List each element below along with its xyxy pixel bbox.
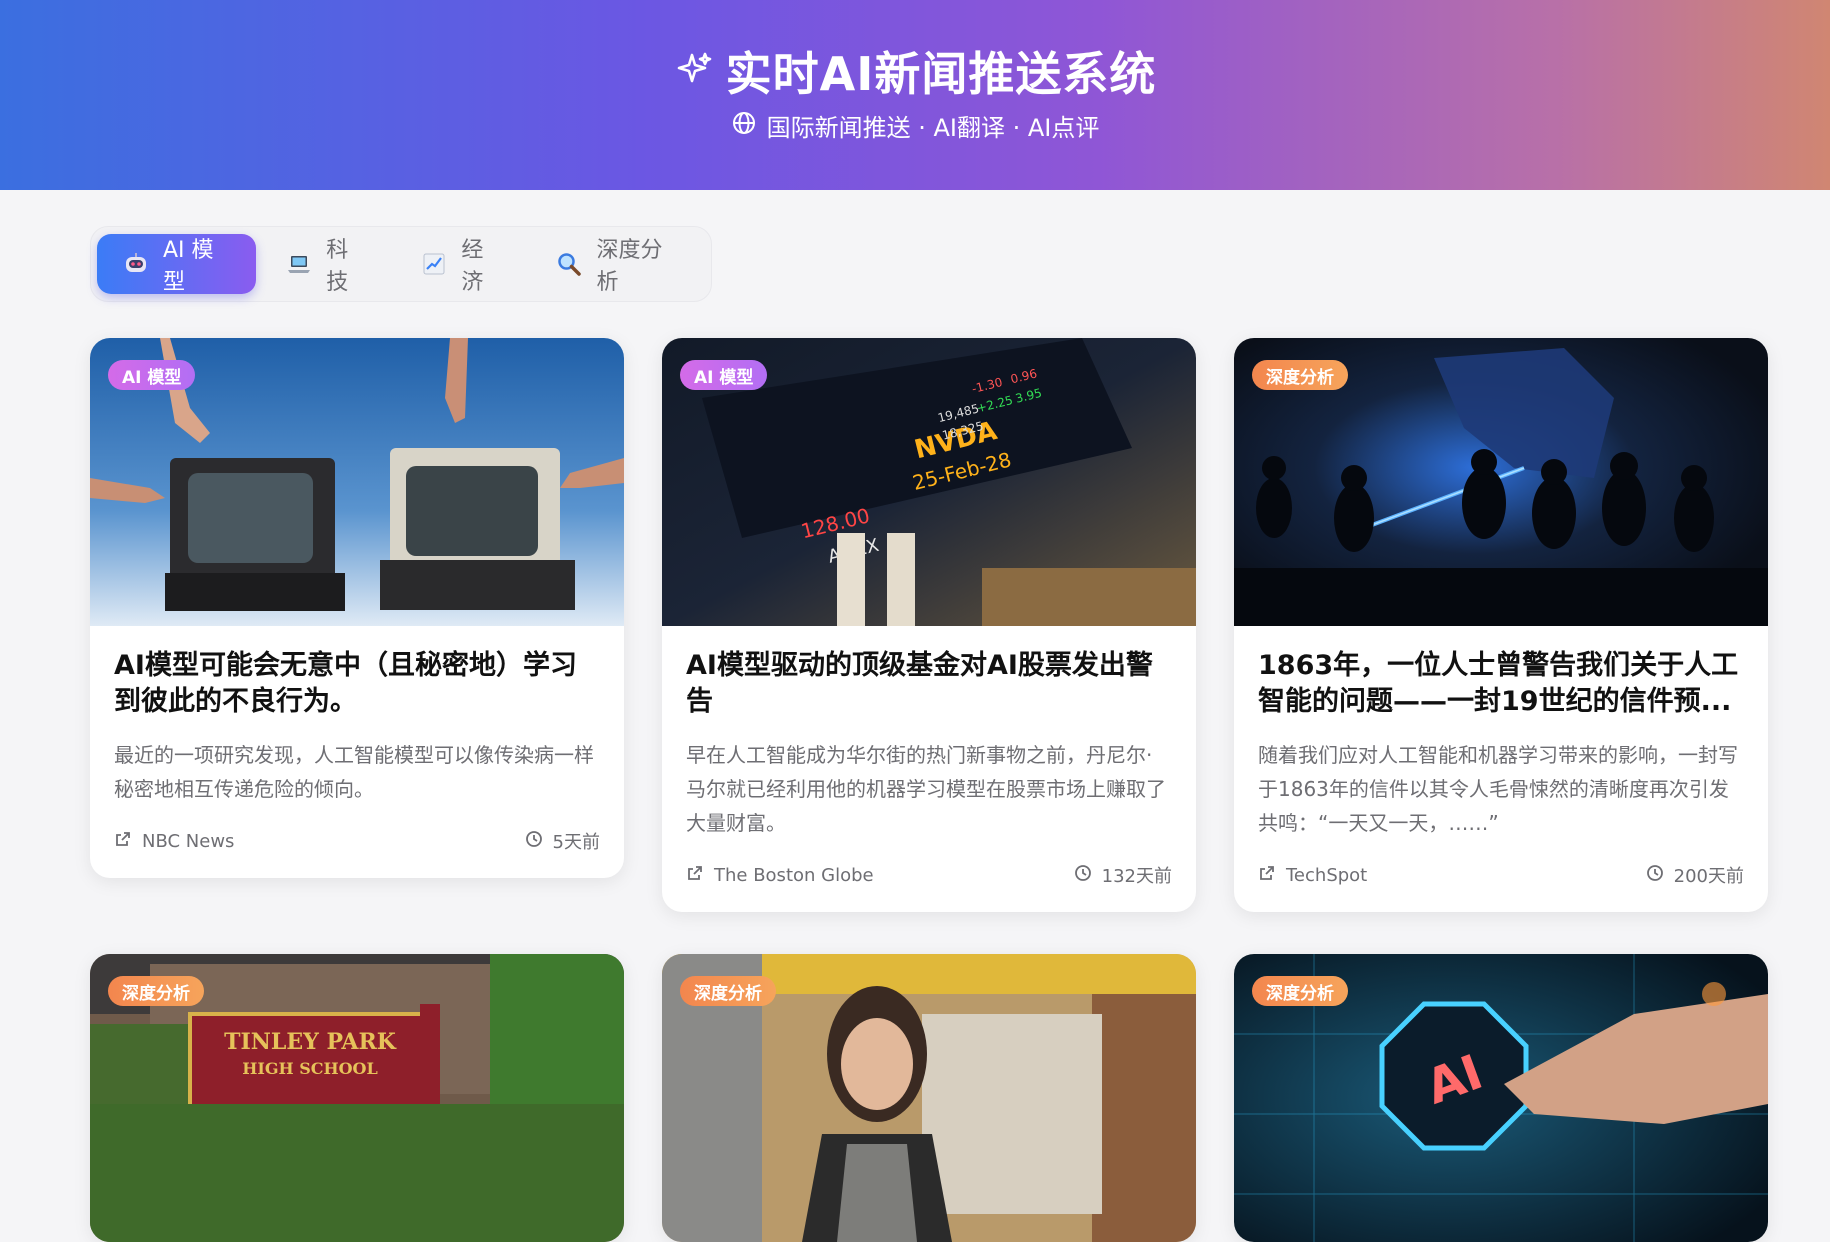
- tab-label: 深度分析: [596, 238, 663, 295]
- news-summary: 随着我们应对人工智能和机器学习带来的影响，一封写于1863年的信件以其令人毛骨悚…: [1258, 743, 1738, 835]
- news-meta: TechSpot 200天前: [1258, 862, 1744, 888]
- news-source[interactable]: The Boston Globe: [686, 864, 874, 887]
- news-thumbnail: TINLEY PARK HIGH SCHOOL 深度分析: [90, 954, 624, 1242]
- category-badge: 深度分析: [680, 976, 776, 1006]
- tab-label: 科技: [326, 238, 349, 295]
- clock-icon: [1074, 864, 1092, 887]
- news-thumbnail: 深度分析: [1234, 338, 1768, 626]
- news-card[interactable]: 深度分析: [662, 954, 1196, 1242]
- source-label: NBC News: [142, 830, 235, 852]
- external-link-icon: [114, 830, 132, 853]
- news-card[interactable]: TINLEY PARK HIGH SCHOOL 深度分析: [90, 954, 624, 1242]
- news-source[interactable]: NBC News: [114, 830, 234, 853]
- news-thumbnail: AI 深度分析: [1234, 954, 1768, 1242]
- svg-text:TINLEY PARK: TINLEY PARK: [224, 1029, 397, 1055]
- time-label: 5天前: [552, 832, 600, 853]
- time-label: 132天前: [1101, 866, 1172, 887]
- page-subtitle: 国际新闻推送 · AI翻译 · AI点评: [766, 114, 1100, 142]
- news-time: 5天前: [525, 828, 600, 854]
- robot-icon: [123, 251, 149, 277]
- magnifier-icon: [556, 251, 582, 277]
- sparkles-icon: [674, 49, 714, 93]
- news-time: 200天前: [1646, 862, 1744, 888]
- news-summary: 最近的一项研究发现，人工智能模型可以像传染病一样秘密地相互传递危险的倾向。: [114, 743, 594, 801]
- external-link-icon: [686, 864, 704, 887]
- category-badge: AI 模型: [680, 360, 768, 390]
- news-time: 132天前: [1074, 862, 1172, 888]
- news-meta: The Boston Globe 132天前: [686, 862, 1172, 888]
- news-title[interactable]: AI模型可能会无意中（且秘密地）学习到彼此的不良行为。: [114, 648, 600, 720]
- tab-ai-model[interactable]: AI 模型: [97, 234, 257, 295]
- chart-icon: [421, 251, 447, 277]
- laptop-icon: [286, 251, 312, 277]
- news-title[interactable]: 1863年，一位人士曾警告我们关于人工智能的问题——一封19世纪的信件预...: [1258, 648, 1744, 720]
- external-link-icon: [1258, 864, 1276, 887]
- news-card[interactable]: AI 深度分析: [1234, 954, 1768, 1242]
- source-label: The Boston Globe: [714, 864, 874, 886]
- clock-icon: [1646, 864, 1664, 887]
- news-meta: NBC News 5天前: [114, 828, 600, 854]
- news-title[interactable]: AI模型驱动的顶级基金对AI股票发出警告: [686, 648, 1172, 720]
- news-source[interactable]: TechSpot: [1258, 864, 1367, 887]
- time-label: 200天前: [1673, 866, 1744, 887]
- news-summary: 早在人工智能成为华尔街的热门新事物之前，丹尼尔·马尔就已经利用他的机器学习模型在…: [686, 743, 1166, 835]
- news-card[interactable]: AI 模型 AI模型可能会无意中（且秘密地）学习到彼此的不良行为。 最近的一项研…: [90, 338, 624, 878]
- tab-label: 经济: [461, 238, 484, 295]
- tab-tech[interactable]: 科技: [260, 234, 391, 295]
- tab-label: AI 模型: [163, 238, 214, 295]
- title-row: 实时AI新闻推送系统: [0, 38, 1830, 104]
- tab-deep-analysis[interactable]: 深度分析: [530, 234, 705, 295]
- category-badge: 深度分析: [1252, 976, 1348, 1006]
- page-title: 实时AI新闻推送系统: [725, 47, 1157, 101]
- news-thumbnail: 深度分析: [662, 954, 1196, 1242]
- category-badge: 深度分析: [108, 976, 204, 1006]
- category-badge: 深度分析: [1252, 360, 1348, 390]
- news-thumbnail: AI 模型: [90, 338, 624, 626]
- category-tabs: AI 模型 科技 经济 深度分析: [90, 226, 712, 302]
- news-card[interactable]: 深度分析 1863年，一位人士曾警告我们关于人工智能的问题——一封19世纪的信件…: [1234, 338, 1768, 912]
- news-card[interactable]: NVDA 25-Feb-28 128.00 AMEX -1.30 0.96 +2…: [662, 338, 1196, 912]
- news-thumbnail: NVDA 25-Feb-28 128.00 AMEX -1.30 0.96 +2…: [662, 338, 1196, 626]
- globe-icon: [731, 110, 757, 142]
- svg-text:HIGH SCHOOL: HIGH SCHOOL: [242, 1059, 377, 1078]
- source-label: TechSpot: [1286, 864, 1368, 886]
- tab-economy[interactable]: 经济: [395, 234, 526, 295]
- subtitle-row: 国际新闻推送 · AI翻译 · AI点评: [0, 108, 1830, 143]
- page-header: 实时AI新闻推送系统 国际新闻推送 · AI翻译 · AI点评: [0, 0, 1830, 190]
- category-badge: AI 模型: [108, 360, 196, 390]
- clock-icon: [525, 830, 543, 853]
